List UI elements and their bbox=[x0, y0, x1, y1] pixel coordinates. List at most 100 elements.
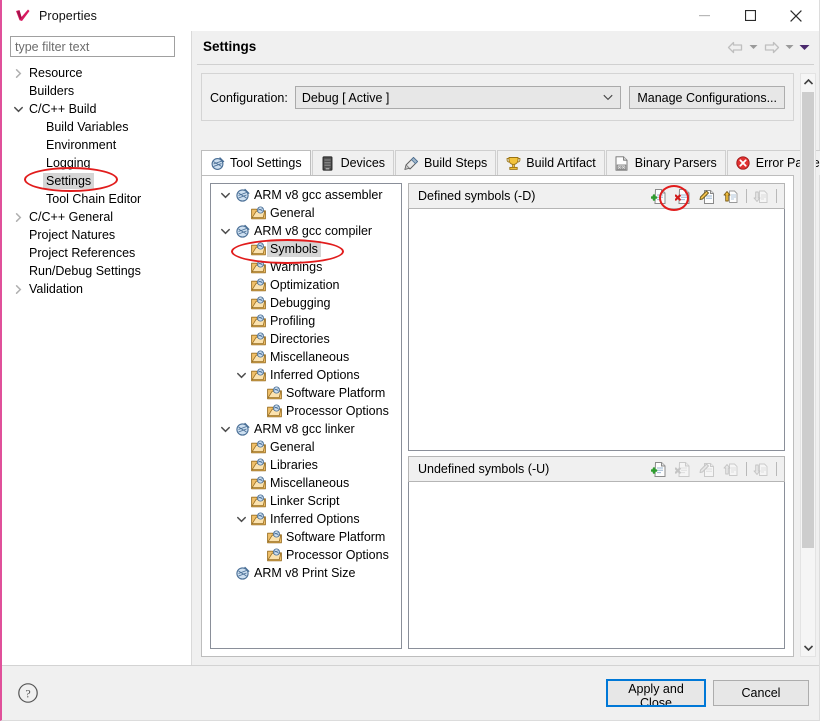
tool-tree-item-libraries[interactable]: Libraries bbox=[211, 456, 401, 474]
properties-tree-item-builders[interactable]: Builders bbox=[2, 82, 186, 100]
tool-tree-item-label: Miscellaneous bbox=[270, 350, 350, 364]
chevron-down-icon[interactable] bbox=[10, 100, 26, 118]
properties-tree-item-build-variables[interactable]: Build Variables bbox=[2, 118, 186, 136]
back-history-chevron-down-icon[interactable] bbox=[747, 39, 760, 55]
properties-tree-item-tool-chain-editor[interactable]: Tool Chain Editor bbox=[2, 190, 186, 208]
properties-tree-item-environment[interactable]: Environment bbox=[2, 136, 186, 154]
filter-input[interactable] bbox=[10, 36, 175, 57]
tool-tree-item-arm-v8-gcc-compiler[interactable]: ARM v8 gcc compiler bbox=[211, 222, 401, 240]
tool-tree-item-software-platform[interactable]: Software Platform bbox=[211, 528, 401, 546]
tool-tree-item-linker-script[interactable]: Linker Script bbox=[211, 492, 401, 510]
help-icon[interactable]: ? bbox=[16, 681, 40, 705]
chevron-down-icon[interactable] bbox=[217, 222, 233, 240]
tab-label: Devices bbox=[340, 156, 386, 170]
scroll-up-arrow-icon[interactable] bbox=[801, 74, 815, 90]
settings-header: Settings bbox=[192, 31, 819, 64]
add-symbol-icon[interactable] bbox=[649, 186, 670, 206]
tool-tree-item-label: Linker Script bbox=[270, 494, 340, 508]
defined-symbols-toolbar bbox=[649, 184, 778, 208]
apply-and-close-button[interactable]: Apply and Close bbox=[606, 679, 706, 710]
cancel-button[interactable]: Cancel bbox=[713, 680, 809, 706]
properties-tree-item-resource[interactable]: Resource bbox=[2, 64, 186, 82]
tab-binary-parsers[interactable]: 010 Binary Parsers bbox=[605, 150, 726, 175]
tree-item-label: Validation bbox=[29, 282, 83, 296]
settings-tab-bar[interactable]: Tool Settings Devices Build Steps Build Art… bbox=[201, 150, 820, 175]
minimize-icon[interactable] bbox=[681, 0, 727, 31]
forward-arrow-icon[interactable] bbox=[762, 39, 781, 55]
tool-tree-item-arm-v8-gcc-assembler[interactable]: ARM v8 gcc assembler bbox=[211, 186, 401, 204]
tool-tree-item-inferred-options[interactable]: Inferred Options bbox=[211, 366, 401, 384]
move-up-icon[interactable] bbox=[721, 186, 742, 206]
toolbar-separator bbox=[776, 462, 777, 476]
tool-tree-item-inferred-options[interactable]: Inferred Options bbox=[211, 510, 401, 528]
delete-symbol-icon[interactable] bbox=[673, 186, 694, 206]
tool-tree-item-miscellaneous[interactable]: Miscellaneous bbox=[211, 348, 401, 366]
forward-history-chevron-down-icon[interactable] bbox=[783, 39, 796, 55]
tool-tree-item-debugging[interactable]: Debugging bbox=[211, 294, 401, 312]
tool-tree-item-arm-v8-gcc-linker[interactable]: ARM v8 gcc linker bbox=[211, 420, 401, 438]
properties-tree-item-settings[interactable]: Settings bbox=[2, 172, 186, 190]
view-menu-chevron-down-icon[interactable] bbox=[798, 39, 811, 55]
tool-tree-item-symbols[interactable]: Symbols bbox=[211, 240, 401, 258]
tool-tree-item-profiling[interactable]: Profiling bbox=[211, 312, 401, 330]
tool-tree-item-arm-v8-print-size[interactable]: ARM v8 Print Size bbox=[211, 564, 401, 582]
close-icon[interactable] bbox=[773, 0, 819, 31]
tab-devices[interactable]: Devices bbox=[311, 150, 395, 175]
maximize-icon[interactable] bbox=[727, 0, 773, 31]
properties-tree-item-project-references[interactable]: Project References bbox=[2, 244, 186, 262]
tool-chain-tree[interactable]: ARM v8 gcc assembler General ARM v8 gcc co… bbox=[210, 183, 402, 649]
properties-tree-item-run-debug-settings[interactable]: Run/Debug Settings bbox=[2, 262, 186, 280]
properties-tree-item-project-natures[interactable]: Project Natures bbox=[2, 226, 186, 244]
chevron-right-icon[interactable] bbox=[10, 208, 26, 226]
move-down-icon[interactable] bbox=[751, 186, 772, 206]
scroll-down-arrow-icon[interactable] bbox=[801, 640, 815, 656]
scrollbar-thumb[interactable] bbox=[802, 92, 814, 548]
tool-tree-item-warnings[interactable]: Warnings bbox=[211, 258, 401, 276]
tab-build-artifact[interactable]: Build Artifact bbox=[497, 150, 605, 175]
tab-tool-settings[interactable]: Tool Settings bbox=[201, 150, 311, 175]
binary-parsers-icon: 010 bbox=[614, 155, 630, 171]
chevron-down-icon[interactable] bbox=[233, 510, 249, 528]
undefined-symbols-toolbar bbox=[649, 457, 778, 481]
chevron-down-icon[interactable] bbox=[233, 366, 249, 384]
back-arrow-icon[interactable] bbox=[726, 39, 745, 55]
settings-vertical-scrollbar[interactable] bbox=[800, 73, 816, 657]
tool-tree-item-software-platform[interactable]: Software Platform bbox=[211, 384, 401, 402]
tool-tree-item-general[interactable]: General bbox=[211, 438, 401, 456]
build-artifact-icon bbox=[505, 155, 521, 171]
chevron-right-icon[interactable] bbox=[10, 280, 26, 298]
tool-tree-item-directories[interactable]: Directories bbox=[211, 330, 401, 348]
add-symbol-icon[interactable] bbox=[649, 459, 670, 479]
tree-item-label: Resource bbox=[29, 66, 83, 80]
manage-configurations-button[interactable]: Manage Configurations... bbox=[629, 86, 785, 109]
tool-tree-item-processor-options[interactable]: Processor Options bbox=[211, 402, 401, 420]
configuration-label: Configuration: bbox=[210, 90, 288, 105]
properties-tree-item-c-c-general[interactable]: C/C++ General bbox=[2, 208, 186, 226]
tool-tree-item-label: Inferred Options bbox=[270, 512, 360, 526]
move-up-icon bbox=[721, 459, 742, 479]
properties-tree-item-c-c-build[interactable]: C/C++ Build bbox=[2, 100, 186, 118]
properties-tree-item-logging[interactable]: Logging bbox=[2, 154, 186, 172]
chevron-right-icon[interactable] bbox=[10, 64, 26, 82]
configuration-select[interactable]: Debug [ Active ] bbox=[294, 86, 622, 109]
folder-icon bbox=[249, 330, 267, 348]
edit-symbol-icon[interactable] bbox=[697, 186, 718, 206]
tool-tree-item-processor-options[interactable]: Processor Options bbox=[211, 546, 401, 564]
folder-icon bbox=[249, 276, 267, 294]
tool-tree-item-general[interactable]: General bbox=[211, 204, 401, 222]
undefined-symbols-list[interactable] bbox=[408, 482, 785, 649]
properties-tree-item-validation[interactable]: Validation bbox=[2, 280, 186, 298]
properties-page-tree[interactable]: Resource Builders C/C++ Build Build Variabl… bbox=[2, 62, 186, 665]
chevron-down-icon[interactable] bbox=[217, 186, 233, 204]
defined-symbols-list[interactable] bbox=[408, 209, 785, 451]
chevron-down-icon[interactable] bbox=[217, 420, 233, 438]
tool-tree-item-miscellaneous[interactable]: Miscellaneous bbox=[211, 474, 401, 492]
tool-tree-item-label: Software Platform bbox=[286, 386, 386, 400]
tool-tree-item-optimization[interactable]: Optimization bbox=[211, 276, 401, 294]
folder-icon bbox=[249, 294, 267, 312]
tab-build-steps[interactable]: Build Steps bbox=[395, 150, 497, 175]
undefined-symbols-title: Undefined symbols (-U) bbox=[418, 462, 550, 476]
